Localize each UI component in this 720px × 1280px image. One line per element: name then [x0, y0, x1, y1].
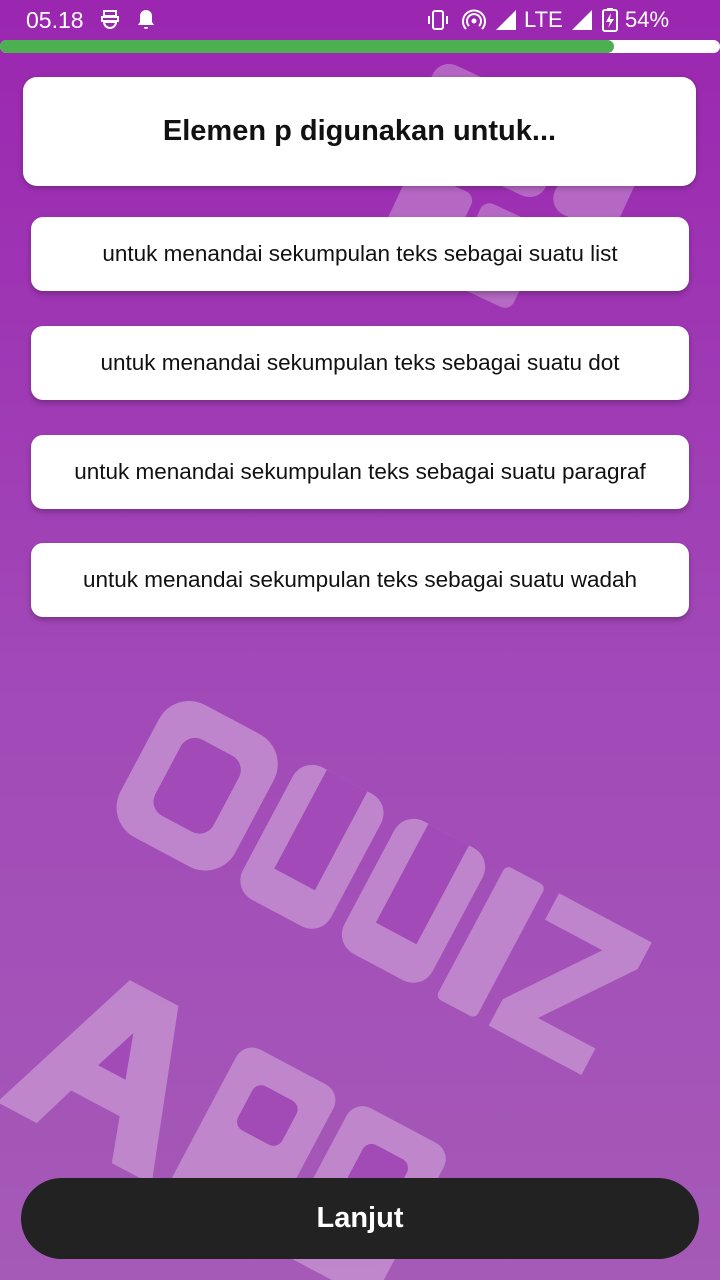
vibrate-icon: [428, 10, 448, 30]
answer-option-2[interactable]: untuk menandai sekumpulan teks sebagai s…: [31, 326, 689, 400]
answer-option-label: untuk menandai sekumpulan teks sebagai s…: [102, 241, 618, 266]
answer-option-label: untuk menandai sekumpulan teks sebagai s…: [74, 459, 646, 484]
next-button[interactable]: Lanjut: [21, 1178, 699, 1259]
status-bar: 05.18 LTE 54%: [0, 0, 720, 40]
quiz-progress-bar: [0, 40, 720, 53]
signal-icon: [496, 10, 516, 30]
answer-option-label: untuk menandai sekumpulan teks sebagai s…: [82, 567, 638, 592]
answer-option-3[interactable]: untuk menandai sekumpulan teks sebagai s…: [31, 435, 689, 509]
answer-option-4[interactable]: untuk menandai sekumpulan teks sebagai s…: [31, 543, 689, 617]
network-type: LTE: [524, 7, 563, 32]
answer-option-1[interactable]: untuk menandai sekumpulan teks sebagai s…: [31, 217, 689, 291]
quiz-progress-fill: [0, 40, 615, 53]
battery-percent: 54%: [625, 7, 670, 32]
status-time: 05.18: [26, 7, 84, 33]
lte-signal-icon: [572, 10, 592, 30]
usb-debug-icon: [101, 10, 119, 29]
question-card: Elemen p digunakan untuk...: [23, 77, 696, 186]
next-button-label: Lanjut: [316, 1202, 404, 1234]
answer-option-label: untuk menandai sekumpulan teks sebagai s…: [100, 350, 620, 375]
battery-charging-icon: [602, 8, 618, 32]
hotspot-icon: [462, 9, 486, 30]
quiz-app-logo-watermark: [0, 63, 652, 1280]
question-text: Elemen p digunakan untuk...: [162, 115, 557, 147]
notification-bell-icon: [138, 10, 154, 29]
